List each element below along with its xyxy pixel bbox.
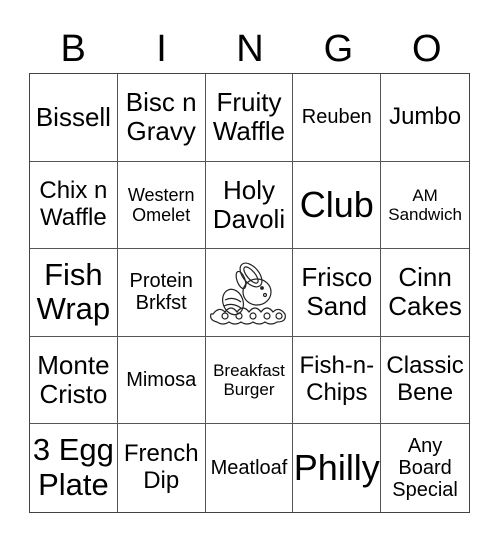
header-letter-g: G <box>323 28 354 70</box>
free-space[interactable] <box>205 249 294 337</box>
cell-text: Bissell <box>35 101 111 132</box>
bingo-cell[interactable]: Monte Cristo <box>30 336 118 425</box>
bingo-cell[interactable]: Western Omelet <box>117 161 206 250</box>
cell-text: Philly <box>293 447 380 489</box>
cell-text: Fruity Waffle <box>212 87 286 147</box>
cell-text: Jumbo <box>389 102 462 130</box>
bingo-cell[interactable]: Cinn Cakes <box>381 249 469 337</box>
bingo-cell[interactable]: Bisc n Gravy <box>117 74 206 162</box>
cell-text: Any Board Special <box>392 434 458 502</box>
cell-text: Fish-n- Chips <box>299 352 375 407</box>
cell-text: Classic Bene <box>386 352 464 407</box>
cell-text: Protein Brkfst <box>129 270 193 315</box>
bingo-cell[interactable]: Mimosa <box>117 336 206 425</box>
bingo-cell[interactable]: Classic Bene <box>381 337 469 425</box>
header-letter-b: B <box>60 28 86 70</box>
bingo-cell[interactable]: Holy Davoli <box>205 161 294 250</box>
bunny-icon <box>210 262 286 326</box>
cell-text: Western Omelet <box>127 184 195 225</box>
bingo-cell[interactable]: Frisco Sand <box>293 249 382 337</box>
cell-text: Meatloaf <box>210 456 288 479</box>
bingo-cell[interactable]: Fruity Waffle <box>205 74 294 162</box>
cell-text: Cinn Cakes <box>388 262 462 322</box>
header-letter-o: O <box>411 28 442 70</box>
bingo-cell[interactable]: 3 Egg Plate <box>30 424 118 512</box>
bingo-cell[interactable]: Any Board Special <box>381 424 469 512</box>
cell-text: Chix n Waffle <box>39 177 108 231</box>
cell-text: Fish Wrap <box>36 256 111 327</box>
cell-text: 3 Egg Plate <box>32 432 114 503</box>
bingo-cell[interactable]: Reuben <box>293 74 382 162</box>
bingo-cell[interactable]: Breakfast Burger <box>205 336 294 425</box>
cell-text: French Dip <box>123 440 199 495</box>
cell-text: Breakfast Burger <box>213 361 285 400</box>
cell-text: Monte Cristo <box>37 349 110 410</box>
cell-text: Bisc n Gravy <box>125 87 197 147</box>
bingo-cell[interactable]: Chix n Waffle <box>30 161 118 250</box>
cell-text: Club <box>299 183 374 225</box>
bingo-cell[interactable]: Philly <box>293 424 382 512</box>
bingo-cell[interactable]: Fish-n- Chips <box>293 336 382 425</box>
bingo-card: Bissell Bisc n Gravy Fruity Waffle Reuben … <box>29 73 470 513</box>
bingo-cell[interactable]: French Dip <box>118 424 206 512</box>
cell-text: Reuben <box>301 106 372 129</box>
bingo-header: B I N G O <box>29 26 471 72</box>
cell-text: Holy Davoli <box>212 174 286 234</box>
bingo-cell[interactable]: Protein Brkfst <box>117 249 206 337</box>
bingo-cell[interactable]: Fish Wrap <box>30 249 118 337</box>
bingo-cell[interactable]: AM Sandwich <box>381 162 469 250</box>
header-letter-n: N <box>236 28 264 70</box>
cell-text: Mimosa <box>126 368 197 391</box>
bingo-cell[interactable]: Jumbo <box>381 74 469 162</box>
bingo-cell[interactable]: Club <box>293 161 382 250</box>
cell-text: AM Sandwich <box>388 185 462 224</box>
bingo-cell[interactable]: Meatloaf <box>206 424 294 512</box>
header-letter-i: I <box>156 28 167 70</box>
bingo-cell[interactable]: Bissell <box>30 74 118 162</box>
cell-text: Frisco Sand <box>301 262 373 322</box>
